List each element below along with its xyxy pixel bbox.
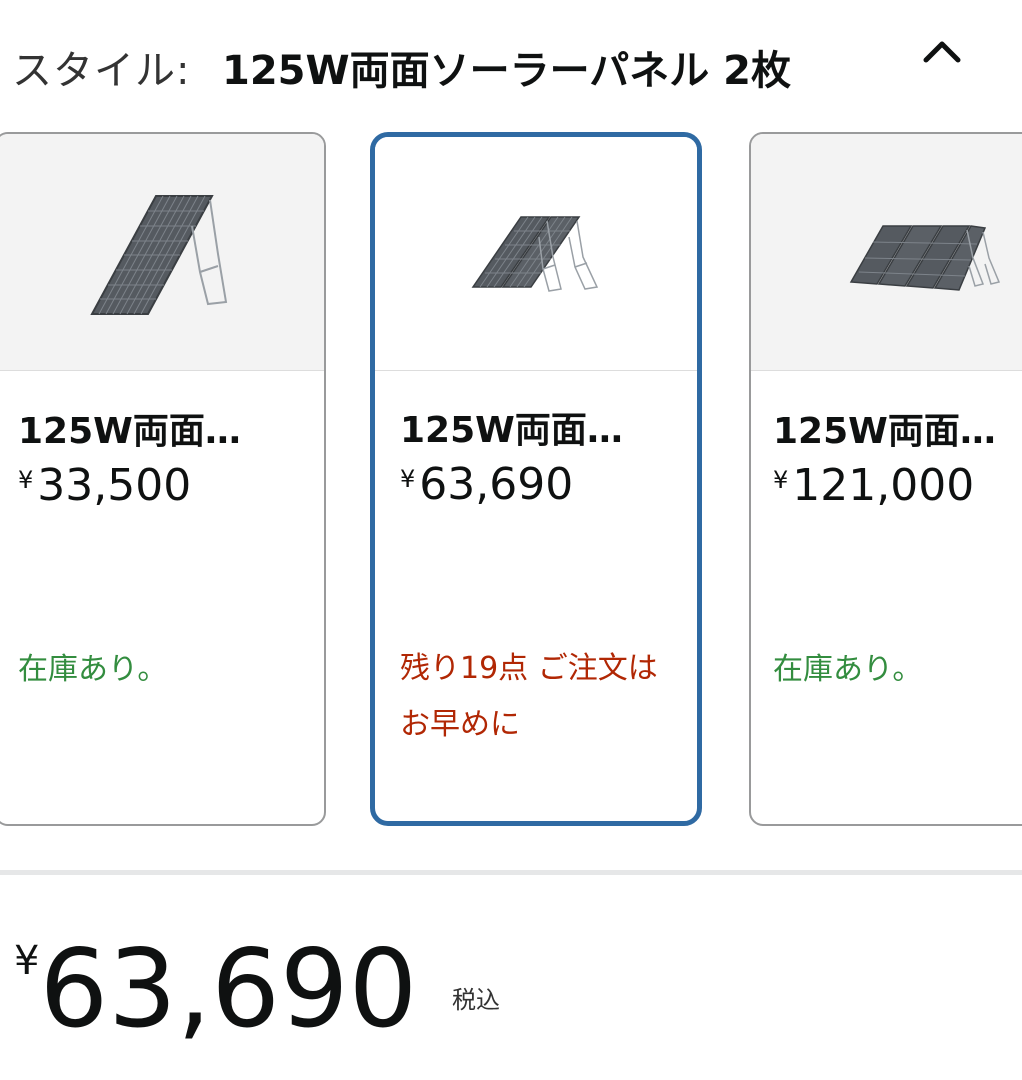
selected-price: ¥63,690 [14,930,417,1050]
style-option-card-selected[interactable]: 125W両面… ¥63,690 残り19点 ご注文はお早めに [370,132,702,826]
option-price: ¥121,000 [773,460,974,511]
availability-status: 残り19点 ご注文はお早めに [400,651,658,742]
style-option-card[interactable]: 125W両面… ¥33,500 在庫あり。 [0,132,326,826]
option-price-value: 33,500 [37,460,192,511]
price-amount: 63,690 [39,927,418,1052]
currency-symbol: ¥ [400,465,416,493]
product-image [751,134,1022,371]
currency-symbol: ¥ [18,466,34,494]
product-image [375,137,697,371]
style-selector-header[interactable]: スタイル: 125W両面ソーラーパネル 2枚 [0,0,1022,120]
currency-symbol: ¥ [773,466,789,494]
style-options-carousel: 125W両面… ¥33,500 在庫あり。 125W両面… ¥63,690 残り… [0,130,1022,830]
option-price: ¥63,690 [400,459,573,510]
style-option-card[interactable]: 125W両面… ¥121,000 在庫あり。 [749,132,1022,826]
availability-status: 在庫あり。 [773,652,923,687]
option-title: 125W両面… [773,411,996,452]
tax-included-label: 税込 [452,986,500,1014]
option-price: ¥33,500 [18,460,191,511]
option-title: 125W両面… [18,411,241,452]
style-label: スタイル: [12,48,191,94]
option-price-value: 63,690 [419,459,574,510]
chevron-up-icon[interactable] [918,28,966,76]
product-image [0,134,324,371]
availability-status: 在庫あり。 [18,652,168,687]
option-title: 125W両面… [400,410,623,451]
option-price-value: 121,000 [792,460,975,511]
section-divider [0,870,1022,875]
currency-symbol: ¥ [14,938,40,984]
selected-style-value: 125W両面ソーラーパネル 2枚 [222,48,791,94]
